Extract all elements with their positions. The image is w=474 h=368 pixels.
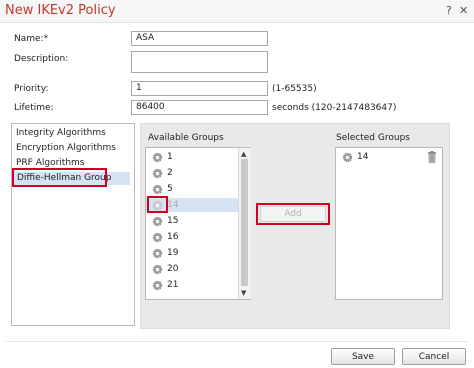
list-item[interactable]: 1 (146, 150, 238, 164)
selected-groups-list[interactable]: 14 (335, 147, 443, 300)
list-item[interactable]: 2 (146, 166, 238, 180)
list-item[interactable]: 19 (146, 246, 238, 260)
gear-icon (152, 200, 163, 211)
nav-item-prf-algorithms[interactable]: PRF Algorithms (16, 158, 84, 168)
ikev2-policy-dialog: New IKEv2 Policy ? ✕ Name:* ASA Descript… (0, 0, 474, 368)
list-item[interactable]: 16 (146, 230, 238, 244)
dialog-title: New IKEv2 Policy (5, 3, 116, 18)
add-button[interactable]: Add (260, 206, 326, 222)
name-label: Name:* (14, 34, 49, 44)
list-item[interactable]: 20 (146, 262, 238, 276)
cancel-button[interactable]: Cancel (402, 348, 466, 365)
name-input[interactable]: ASA (131, 31, 268, 46)
nav-item-diffie-hellman-group[interactable]: Diffie-Hellman Group (14, 172, 130, 185)
selected-groups-label: Selected Groups (336, 133, 410, 143)
gear-icon (152, 168, 163, 179)
list-item[interactable]: 5 (146, 182, 238, 196)
description-input[interactable] (131, 51, 268, 73)
scroll-down-icon[interactable]: ▼ (241, 289, 246, 297)
lifetime-input[interactable]: 86400 (131, 100, 268, 115)
help-icon[interactable]: ? (446, 4, 452, 17)
priority-input[interactable]: 1 (131, 81, 268, 96)
scroll-thumb[interactable] (241, 159, 248, 286)
description-label: Description: (14, 54, 69, 64)
gear-icon (342, 152, 353, 163)
scroll-up-icon[interactable]: ▲ (241, 150, 246, 158)
available-groups-list[interactable]: 1 2 5 14 15 16 19 20 21 (145, 147, 251, 300)
gear-icon (152, 216, 163, 227)
list-item[interactable]: 14 (336, 150, 426, 164)
close-icon[interactable]: ✕ (459, 4, 468, 17)
list-item[interactable]: 15 (146, 214, 238, 228)
gear-icon (152, 264, 163, 275)
gear-icon (152, 152, 163, 163)
title-bar: New IKEv2 Policy ? ✕ (0, 0, 474, 23)
list-item-selected[interactable]: 14 (146, 198, 238, 212)
lifetime-range-hint: seconds (120-2147483647) (272, 103, 397, 113)
priority-label: Priority: (14, 84, 49, 94)
algorithm-category-list: Integrity Algorithms Encryption Algorith… (11, 123, 135, 326)
nav-item-integrity-algorithms[interactable]: Integrity Algorithms (16, 128, 106, 138)
gear-icon (152, 232, 163, 243)
nav-item-encryption-algorithms[interactable]: Encryption Algorithms (16, 143, 116, 153)
gear-icon (152, 280, 163, 291)
priority-range-hint: (1-65535) (272, 84, 317, 94)
trash-icon[interactable] (427, 151, 437, 163)
available-groups-label: Available Groups (148, 133, 224, 143)
lifetime-label: Lifetime: (14, 103, 54, 113)
list-item[interactable]: 21 (146, 278, 238, 292)
gear-icon (152, 248, 163, 259)
available-groups-scrollbar[interactable]: ▲ ▼ (238, 148, 251, 299)
gear-icon (152, 184, 163, 195)
save-button[interactable]: Save (331, 348, 395, 365)
footer-divider (6, 341, 468, 342)
